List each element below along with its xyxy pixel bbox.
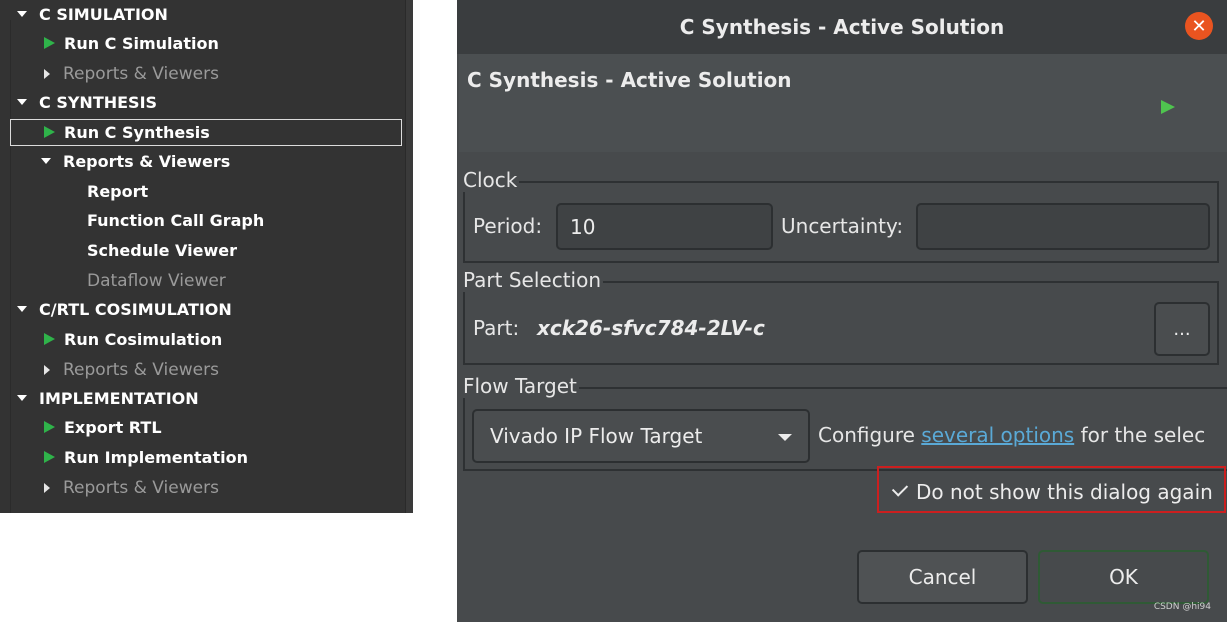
period-input[interactable]: 10 [556, 203, 773, 250]
dialog-titlebar[interactable]: C Synthesis - Active Solution ✕ [457, 0, 1227, 54]
dialog-window-title: C Synthesis - Active Solution [679, 15, 1005, 39]
section-c-simulation[interactable]: C SIMULATION [17, 0, 168, 28]
item-label: Function Call Graph [87, 210, 265, 230]
item-label: Run C Simulation [64, 33, 219, 53]
flow-target-description: Configure several options for the selec [818, 423, 1217, 447]
function-call-graph-item[interactable]: Function Call Graph [87, 206, 264, 234]
section-title: C SYNTHESIS [39, 92, 158, 112]
collapse-arrow-icon[interactable] [44, 69, 50, 79]
dialog-header-title: C Synthesis - Active Solution [467, 68, 792, 92]
flow-target-group-label: Flow Target [463, 374, 579, 398]
dont-show-again-checkbox[interactable]: Do not show this dialog again [877, 466, 1226, 513]
uncertainty-input[interactable] [916, 203, 1210, 250]
part-value: xck26-sfvc784-2LV-c [537, 316, 765, 340]
run-icon [44, 421, 55, 433]
part-selection-group-label: Part Selection [463, 268, 604, 292]
period-label: Period: [473, 214, 543, 238]
flow-navigator: C SIMULATION Run C Simulation Reports & … [0, 0, 413, 513]
item-label: Run C Synthesis [64, 122, 210, 142]
section-cosimulation[interactable]: C/RTL COSIMULATION [17, 295, 232, 323]
clock-group-label: Clock [463, 168, 520, 192]
check-icon [891, 480, 909, 497]
item-label: Reports & Viewers [63, 478, 219, 498]
run-icon [44, 451, 55, 463]
run-icon [1161, 100, 1175, 114]
report-item[interactable]: Report [87, 177, 148, 205]
dialog-header: C Synthesis - Active Solution [459, 54, 1227, 152]
run-c-simulation-item[interactable]: Run C Simulation [44, 29, 219, 57]
item-label: Dataflow Viewer [87, 271, 226, 291]
collapse-arrow-icon[interactable] [44, 365, 50, 375]
item-label: Report [87, 181, 149, 201]
expand-arrow-icon[interactable] [17, 11, 27, 17]
dont-show-again-label: Do not show this dialog again [916, 480, 1213, 504]
section-implementation[interactable]: IMPLEMENTATION [17, 384, 199, 412]
section-title: IMPLEMENTATION [39, 388, 199, 408]
item-label: Reports & Viewers [63, 64, 219, 84]
browse-part-button[interactable]: ... [1154, 302, 1210, 356]
section-c-synthesis[interactable]: C SYNTHESIS [17, 88, 157, 116]
run-icon [44, 126, 55, 138]
watermark: CSDN @hi94 [1153, 602, 1211, 612]
run-implementation-item[interactable]: Run Implementation [44, 443, 248, 471]
run-cosimulation-item[interactable]: Run Cosimulation [44, 325, 222, 353]
reports-viewers-item[interactable]: Reports & Viewers [44, 356, 219, 384]
section-title: C SIMULATION [39, 4, 168, 24]
dataflow-viewer-item[interactable]: Dataflow Viewer [87, 267, 226, 295]
item-label: Export RTL [64, 417, 162, 437]
reports-viewers-item[interactable]: Reports & Viewers [41, 147, 230, 175]
configure-text: Configure [818, 423, 922, 447]
flow-target-selected: Vivado IP Flow Target [490, 424, 703, 448]
close-icon[interactable]: ✕ [1185, 12, 1213, 40]
collapse-arrow-icon[interactable] [44, 483, 50, 493]
c-synthesis-dialog: C Synthesis - Active Solution ✕ C Synthe… [457, 0, 1227, 622]
uncertainty-label: Uncertainty: [781, 214, 904, 238]
reports-viewers-item[interactable]: Reports & Viewers [44, 60, 219, 88]
for-the-selected-text: for the selec [1074, 423, 1206, 447]
schedule-viewer-item[interactable]: Schedule Viewer [87, 236, 237, 264]
ok-button[interactable]: OK [1038, 550, 1209, 604]
flow-target-select[interactable]: Vivado IP Flow Target [472, 409, 810, 463]
run-icon [44, 37, 55, 49]
reports-viewers-item[interactable]: Reports & Viewers [44, 474, 219, 502]
item-label: Reports & Viewers [63, 151, 231, 171]
panel-scroll-edge [406, 0, 413, 513]
chevron-down-icon [778, 434, 792, 441]
run-c-synthesis-item[interactable]: Run C Synthesis [44, 118, 210, 146]
item-label: Reports & Viewers [63, 360, 219, 380]
expand-arrow-icon[interactable] [17, 395, 27, 401]
section-title: C/RTL COSIMULATION [39, 299, 232, 319]
item-label: Run Implementation [64, 447, 248, 467]
item-label: Run Cosimulation [64, 329, 223, 349]
tree-guide-line [10, 20, 11, 513]
expand-arrow-icon[interactable] [17, 99, 27, 105]
part-label: Part: [473, 316, 520, 340]
run-icon [44, 333, 55, 345]
item-label: Schedule Viewer [87, 240, 237, 260]
several-options-link[interactable]: several options [921, 423, 1074, 447]
cancel-button[interactable]: Cancel [857, 550, 1028, 604]
expand-arrow-icon[interactable] [17, 306, 27, 312]
expand-arrow-icon[interactable] [41, 158, 51, 164]
export-rtl-item[interactable]: Export RTL [44, 413, 162, 441]
